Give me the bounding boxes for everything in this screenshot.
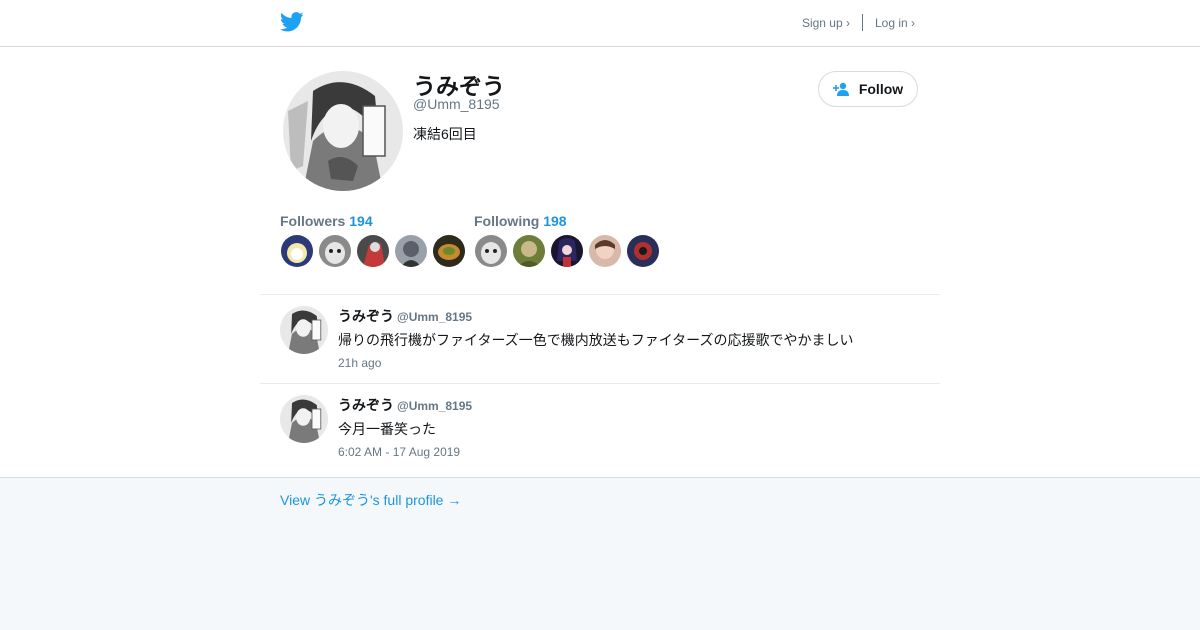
twitter-bird-icon[interactable]	[280, 11, 304, 33]
view-full-profile-link[interactable]: View うみぞう's full profile →	[280, 490, 461, 510]
tweet-item[interactable]: うみぞう @Umm_8195 今月一番笑った 6:02 AM - 17 Aug 2…	[280, 395, 920, 465]
following-stat[interactable]: Following 198	[474, 213, 567, 229]
following-label: Following	[474, 213, 540, 229]
tweet-divider	[260, 383, 940, 384]
tweet-header: うみぞう @Umm_8195	[338, 306, 472, 326]
following-avatar[interactable]	[551, 235, 583, 267]
add-person-icon	[832, 82, 849, 96]
profile-avatar[interactable]	[283, 71, 403, 191]
tweet-author-handle[interactable]: @Umm_8195	[397, 310, 472, 324]
followers-stat[interactable]: Followers 194	[280, 213, 373, 229]
tweet-item[interactable]: うみぞう @Umm_8195 帰りの飛行機がファイターズ一色で機内放送もファイター…	[280, 306, 920, 376]
follower-avatar[interactable]	[319, 235, 351, 267]
section-divider	[260, 294, 940, 295]
profile-card: うみぞう @Umm_8195 凍結6回目 Follow Followers 19…	[0, 47, 1200, 478]
auth-links: Sign up › Log in ›	[802, 14, 915, 31]
tweet-author-name[interactable]: うみぞう	[338, 308, 394, 324]
divider	[861, 14, 863, 31]
top-bar: Sign up › Log in ›	[0, 0, 1200, 47]
followers-count: 194	[349, 213, 373, 229]
follower-avatar[interactable]	[357, 235, 389, 267]
followers-label: Followers	[280, 213, 346, 229]
tweet-text: 今月一番笑った	[338, 421, 436, 437]
tweet-text: 帰りの飛行機がファイターズ一色で機内放送もファイターズの応援歌でやかましい	[338, 332, 854, 348]
log-in-link[interactable]: Log in ›	[875, 16, 915, 30]
tweet-timestamp[interactable]: 6:02 AM - 17 Aug 2019	[338, 445, 460, 459]
profile-handle: @Umm_8195	[413, 96, 500, 112]
followers-avatars	[281, 235, 465, 267]
following-avatar[interactable]	[475, 235, 507, 267]
tweet-header: うみぞう @Umm_8195	[338, 395, 472, 415]
follow-button[interactable]: Follow	[818, 71, 918, 107]
follower-avatar[interactable]	[433, 235, 465, 267]
tweet-avatar[interactable]	[280, 306, 328, 354]
tweet-avatar[interactable]	[280, 395, 328, 443]
follower-avatar[interactable]	[281, 235, 313, 267]
following-avatar[interactable]	[627, 235, 659, 267]
following-avatar[interactable]	[513, 235, 545, 267]
following-count: 198	[543, 213, 567, 229]
sign-up-link[interactable]: Sign up ›	[802, 16, 850, 30]
tweet-timestamp[interactable]: 21h ago	[338, 356, 381, 370]
following-avatar[interactable]	[589, 235, 621, 267]
follow-label: Follow	[858, 81, 904, 97]
tweet-author-name[interactable]: うみぞう	[338, 397, 394, 413]
profile-bio: 凍結6回目	[413, 126, 477, 142]
tweet-author-handle[interactable]: @Umm_8195	[397, 399, 472, 413]
follower-avatar[interactable]	[395, 235, 427, 267]
following-avatars	[475, 235, 659, 267]
